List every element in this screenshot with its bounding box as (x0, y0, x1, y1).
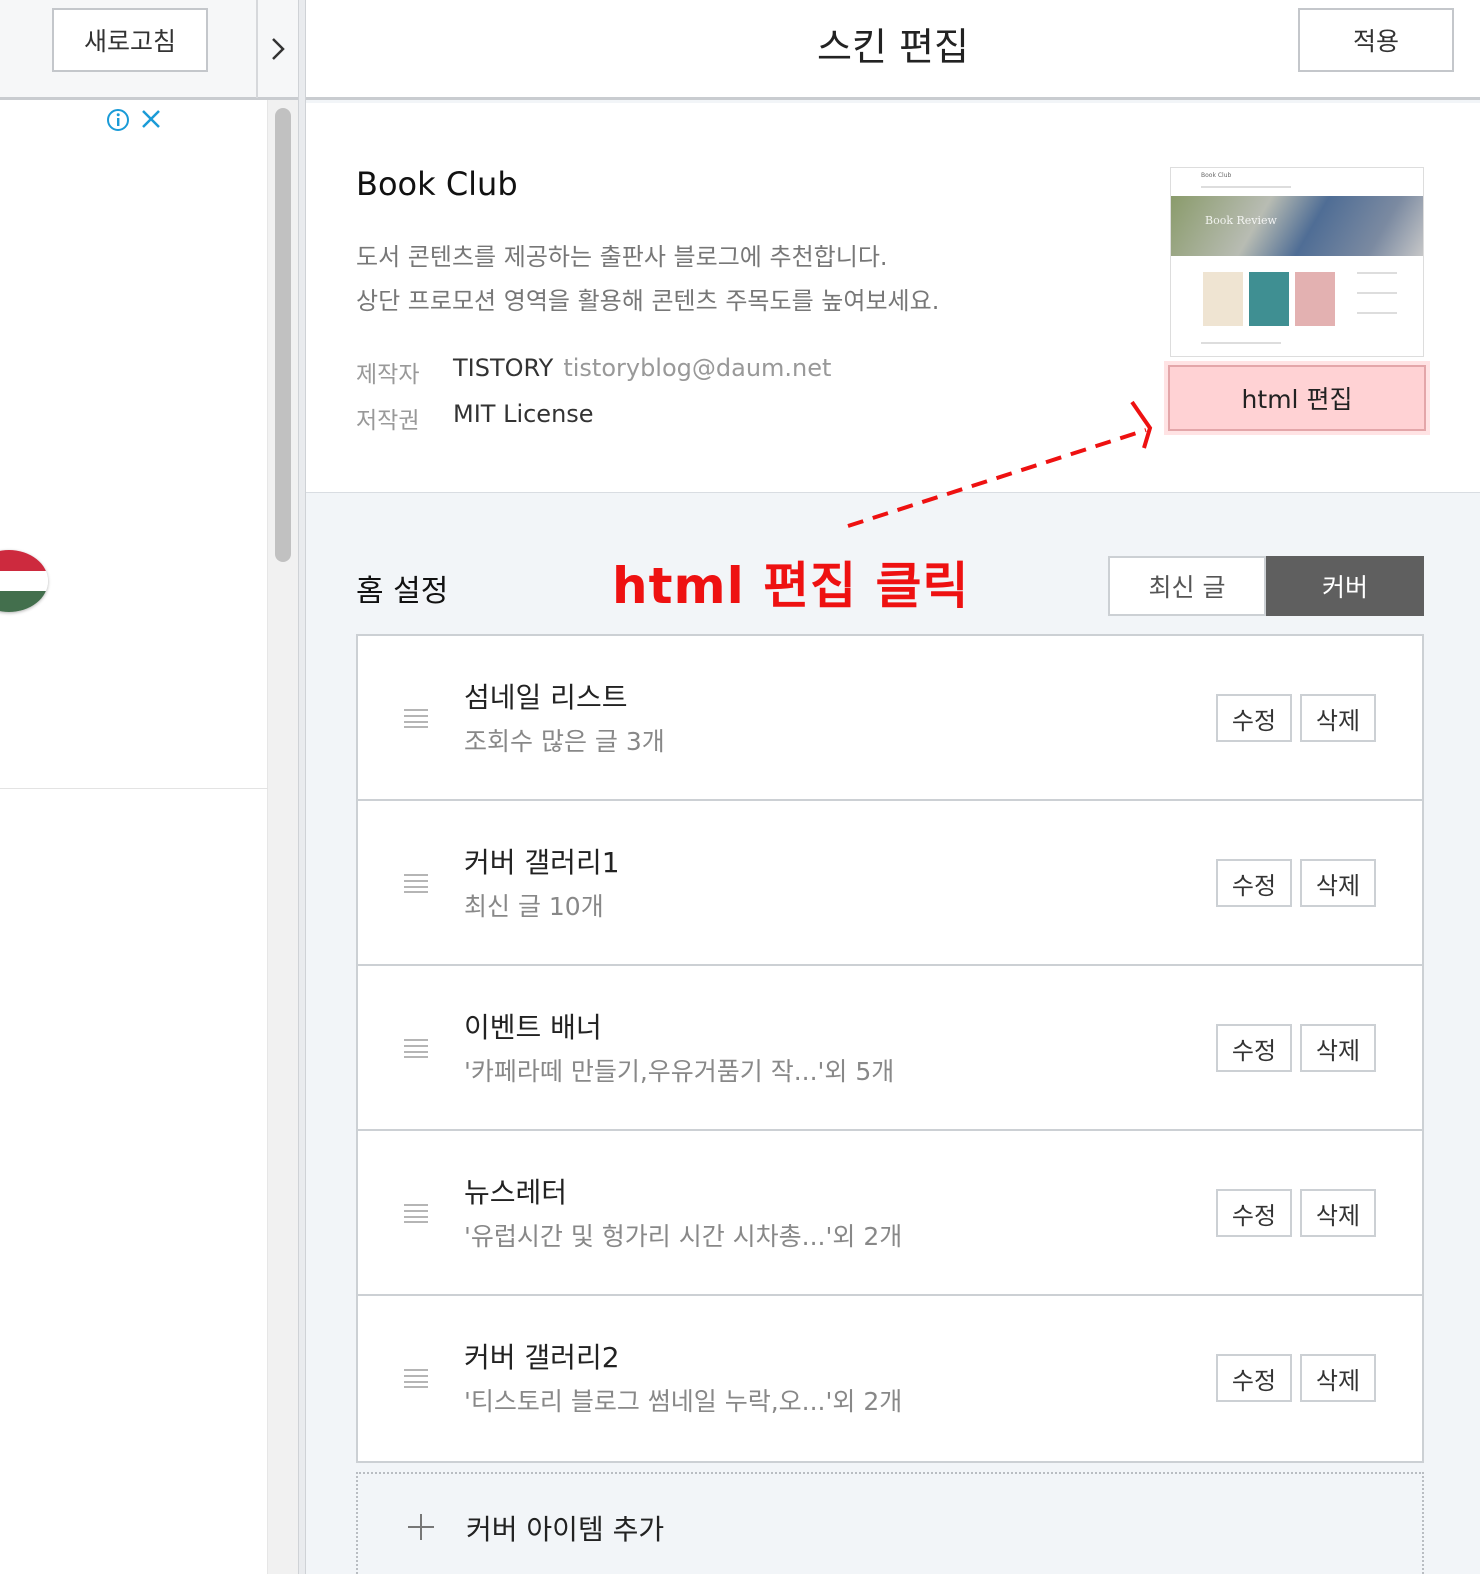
editor-header: 스킨 편집 적용 (306, 0, 1480, 100)
scrollbar-thumb[interactable] (275, 108, 291, 562)
delete-button[interactable]: 삭제 (1300, 694, 1376, 742)
item-subtitle: '유럽시간 및 헝가리 시간 시차총...'외 2개 (464, 1222, 903, 1251)
thumbnail-nav (1201, 186, 1291, 188)
item-title: 섬네일 리스트 (464, 681, 628, 714)
author-label: 제작자 (356, 362, 420, 388)
drag-handle-icon[interactable] (404, 1038, 428, 1058)
edit-button[interactable]: 수정 (1216, 694, 1292, 742)
item-subtitle: '티스토리 블로그 썸네일 누락,오...'외 2개 (464, 1387, 903, 1416)
thumbnail-line (1357, 272, 1397, 274)
skin-editor: 스킨 편집 적용 Book Club 도서 콘텐츠를 제공하는 출판사 블로그에… (306, 0, 1480, 1574)
tab-cover[interactable]: 커버 (1266, 556, 1424, 616)
item-title: 뉴스레터 (464, 1176, 568, 1209)
author-name: TISTORY (453, 354, 554, 382)
preview-toolbar: 새로고침 (0, 0, 298, 100)
thumbnail-card (1249, 272, 1289, 326)
annotation-label: html 편집 클릭 (612, 557, 970, 615)
thumbnail-line (1357, 292, 1397, 294)
home-settings-title: 홈 설정 (356, 574, 449, 609)
thumbnail-banner-text: Book Review (1205, 214, 1277, 227)
description-line: 상단 프로모션 영역을 활용해 콘텐츠 주목도를 높여보세요. (356, 287, 940, 315)
thumbnail-line (1357, 312, 1397, 314)
thumbnail-header-text: Book Club (1201, 172, 1232, 179)
list-item: 뉴스레터 '유럽시간 및 헝가리 시간 시차총...'외 2개 수정 삭제 (358, 1131, 1422, 1296)
thumbnail-line (1201, 342, 1281, 344)
divider (0, 788, 268, 789)
chevron-right-icon (272, 38, 285, 60)
collapse-toggle[interactable] (256, 0, 298, 98)
annotation-arrow (847, 400, 1153, 528)
drag-handle-icon[interactable] (404, 1368, 428, 1388)
thumbnail-card (1203, 272, 1243, 326)
drag-handle-icon[interactable] (404, 873, 428, 893)
author-value: TISTORY tistoryblog@daum.net (453, 354, 831, 382)
item-subtitle: 최신 글 10개 (464, 892, 604, 921)
license-value: MIT License (453, 400, 594, 428)
tab-latest-posts[interactable]: 최신 글 (1108, 556, 1266, 616)
skin-name: Book Club (356, 165, 518, 203)
edit-button[interactable]: 수정 (1216, 859, 1292, 907)
cover-item-list: 섬네일 리스트 조회수 많은 글 3개 수정 삭제 커버 갤러리1 최신 글 1… (356, 634, 1424, 1463)
delete-button[interactable]: 삭제 (1300, 1024, 1376, 1072)
list-item: 커버 갤러리2 '티스토리 블로그 썸네일 누락,오...'외 2개 수정 삭제 (358, 1296, 1422, 1461)
list-item: 커버 갤러리1 최신 글 10개 수정 삭제 (358, 801, 1422, 966)
delete-button[interactable]: 삭제 (1300, 859, 1376, 907)
skin-thumbnail: Book Club Book Review (1170, 167, 1424, 357)
pane-resize-handle[interactable] (298, 0, 306, 1574)
delete-button[interactable]: 삭제 (1300, 1189, 1376, 1237)
list-item: 섬네일 리스트 조회수 많은 글 3개 수정 삭제 (358, 636, 1422, 801)
author-email: tistoryblog@daum.net (563, 354, 832, 382)
preview-pane: 새로고침 (0, 0, 298, 1574)
refresh-button[interactable]: 새로고침 (52, 8, 208, 72)
thumbnail-banner: Book Review (1171, 196, 1423, 256)
add-cover-item-button[interactable]: 커버 아이템 추가 (356, 1472, 1424, 1574)
info-icon[interactable] (106, 108, 130, 132)
item-title: 커버 갤러리1 (464, 846, 620, 879)
item-title: 이벤트 배너 (464, 1011, 602, 1044)
blog-preview (0, 100, 268, 1574)
close-icon[interactable] (140, 108, 162, 130)
description-line: 도서 콘텐츠를 제공하는 출판사 블로그에 추천합니다. (356, 243, 888, 271)
plus-icon (408, 1514, 434, 1540)
drag-handle-icon[interactable] (404, 708, 428, 728)
html-edit-button[interactable]: html 편집 (1168, 365, 1426, 431)
item-title: 커버 갤러리2 (464, 1341, 620, 1374)
item-subtitle: 조회수 많은 글 3개 (464, 727, 665, 756)
add-item-label: 커버 아이템 추가 (466, 1513, 665, 1546)
edit-button[interactable]: 수정 (1216, 1024, 1292, 1072)
delete-button[interactable]: 삭제 (1300, 1354, 1376, 1402)
license-label: 저작권 (356, 408, 420, 434)
edit-button[interactable]: 수정 (1216, 1354, 1292, 1402)
list-item: 이벤트 배너 '카페라떼 만들기,우유거품기 작...'외 5개 수정 삭제 (358, 966, 1422, 1131)
thumbnail-card (1295, 272, 1335, 326)
item-subtitle: '카페라떼 만들기,우유거품기 작...'외 5개 (464, 1057, 895, 1086)
apply-button[interactable]: 적용 (1298, 8, 1454, 72)
skin-description: 도서 콘텐츠를 제공하는 출판사 블로그에 추천합니다. 상단 프로모션 영역을… (356, 235, 939, 323)
edit-button[interactable]: 수정 (1216, 1189, 1292, 1237)
drag-handle-icon[interactable] (404, 1203, 428, 1223)
